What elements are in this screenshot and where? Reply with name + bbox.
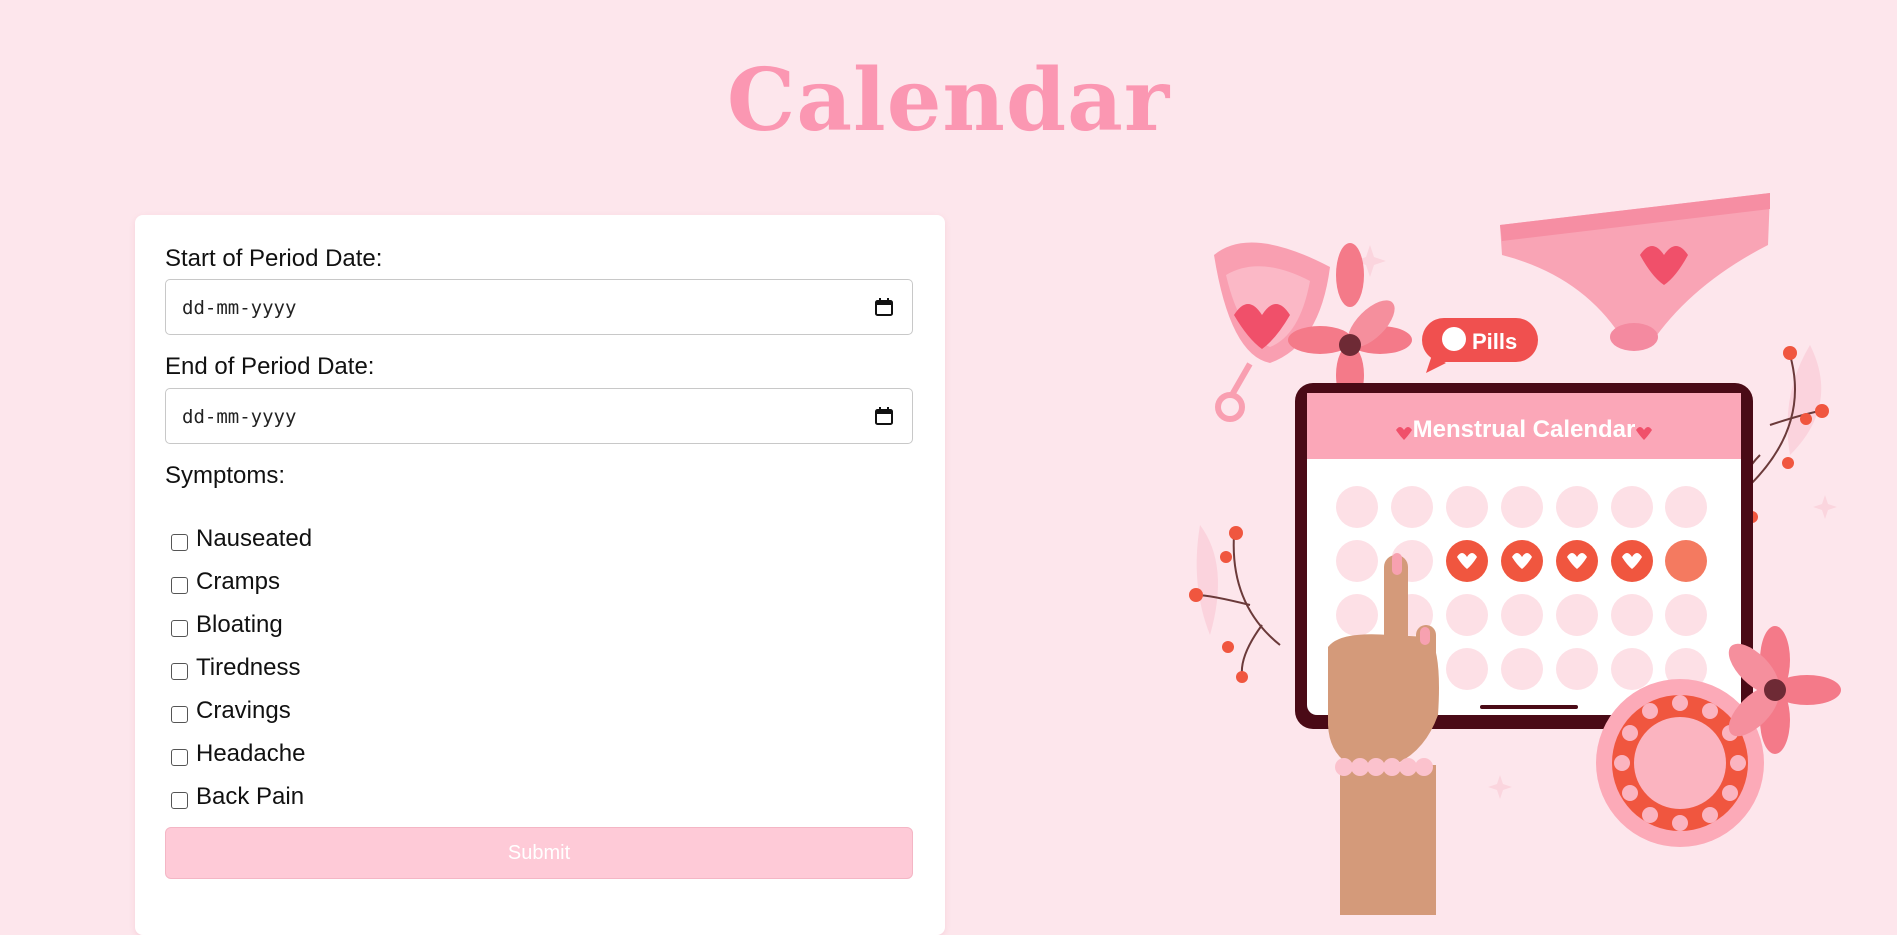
symptom-label: Cramps — [196, 568, 281, 595]
clock-icon — [1442, 327, 1466, 351]
underwear-icon — [1500, 193, 1770, 351]
bloating-checkbox[interactable] — [171, 619, 188, 637]
end-date-input[interactable]: dd-mm-yyyy — [165, 388, 913, 444]
start-date-label: Start of Period Date: — [165, 245, 383, 272]
calendar-icon[interactable] — [874, 297, 894, 317]
symptom-back-pain[interactable]: Back Pain — [165, 781, 304, 813]
page-title: Calendar — [726, 50, 1171, 151]
pill-pack-icon — [1596, 679, 1764, 847]
calendar-icon[interactable] — [874, 406, 894, 426]
nauseated-checkbox[interactable] — [171, 533, 188, 551]
symptom-nauseated[interactable]: Nauseated — [165, 523, 312, 555]
cravings-checkbox[interactable] — [171, 705, 188, 723]
symptom-headache[interactable]: Headache — [165, 738, 305, 770]
symptom-label: Back Pain — [196, 783, 305, 810]
headache-checkbox[interactable] — [171, 748, 188, 766]
menstrual-calendar-illustration: Pills Menstrual Calendar — [1189, 193, 1841, 915]
symptom-label: Nauseated — [196, 525, 313, 552]
back-pain-checkbox[interactable] — [171, 791, 188, 809]
symptom-label: Headache — [196, 740, 306, 767]
tiredness-checkbox[interactable] — [171, 662, 188, 680]
tablet-title: Menstrual Calendar — [1413, 416, 1636, 443]
start-date-input[interactable]: dd-mm-yyyy — [165, 279, 913, 335]
symptom-label: Bloating — [196, 611, 283, 638]
symptom-label: Cravings — [196, 697, 291, 724]
symptom-tiredness[interactable]: Tiredness — [165, 652, 300, 684]
end-date-label: End of Period Date: — [165, 353, 375, 380]
start-date-placeholder: dd-mm-yyyy — [182, 297, 297, 319]
symptom-label: Tiredness — [196, 654, 301, 681]
sparkle-icon — [1488, 775, 1512, 799]
submit-button[interactable]: Submit — [165, 827, 913, 879]
leaf-decoration — [1196, 525, 1218, 635]
symptom-cravings[interactable]: Cravings — [165, 695, 291, 727]
symptom-bloating[interactable]: Bloating — [165, 609, 283, 641]
end-date-placeholder: dd-mm-yyyy — [182, 406, 297, 428]
symptom-cramps[interactable]: Cramps — [165, 566, 280, 598]
symptoms-label: Symptoms: — [165, 462, 286, 489]
period-form: Start of Period Date: dd-mm-yyyy End of … — [135, 215, 945, 935]
cramps-checkbox[interactable] — [171, 576, 188, 594]
pills-bubble: Pills — [1422, 318, 1538, 373]
pills-label: Pills — [1472, 329, 1517, 354]
sparkle-icon — [1813, 495, 1837, 519]
